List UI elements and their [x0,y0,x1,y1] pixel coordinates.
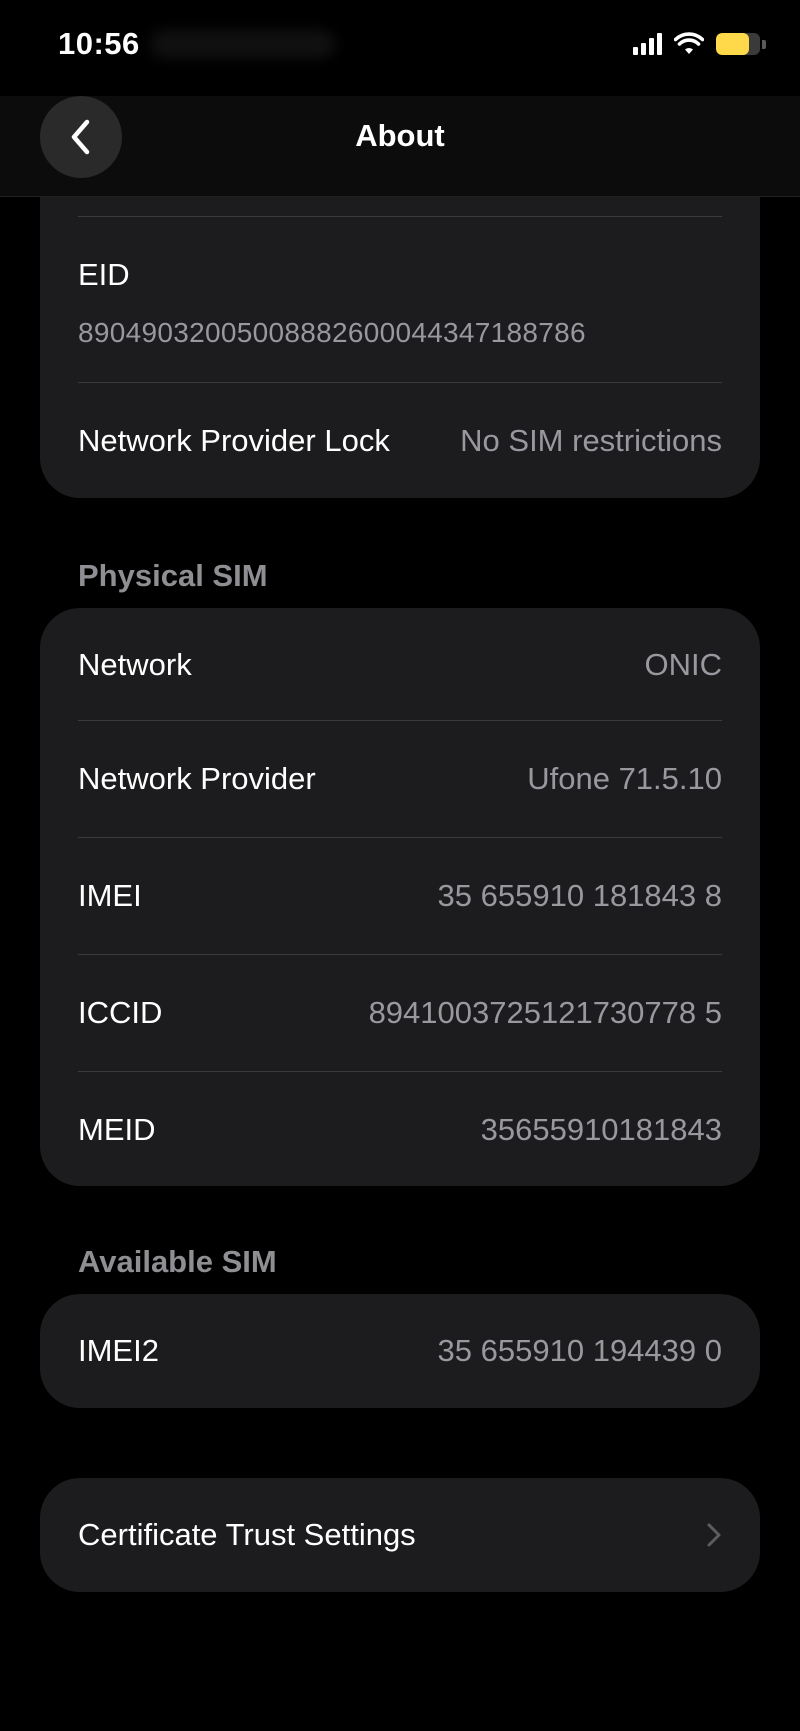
network-provider-lock-value: No SIM restrictions [460,422,722,458]
meid-label: MEID [78,1112,156,1147]
network-value: ONIC [644,647,723,682]
eid-label: EID [78,257,130,292]
imei2-label: IMEI2 [78,1333,159,1368]
page-title: About [355,118,445,153]
chevron-right-icon [707,1523,721,1547]
battery-icon [716,33,760,55]
status-icons [633,32,766,56]
meid-row[interactable]: MEID 35655910181843 [78,1071,722,1186]
battery-cap [762,39,766,49]
imei2-value: 35 655910 194439 0 [437,1333,722,1368]
imei2-row[interactable]: IMEI2 35 655910 194439 0 [78,1294,722,1408]
status-time: 10:56 [58,26,140,61]
eid-row[interactable]: EID 89049032005008882600044347188786 [78,217,722,383]
iccid-label: ICCID [78,995,163,1030]
network-provider-row[interactable]: Network Provider Ufone 71.5.10 [78,720,722,837]
certificate-trust-settings-row[interactable]: Certificate Trust Settings [78,1478,722,1592]
iccid-value: 8941003725121730778 5 [368,995,722,1030]
available-sim-group: IMEI2 35 655910 194439 0 [40,1294,760,1408]
network-provider-lock-label: Network Provider Lock [78,422,390,458]
network-provider-label: Network Provider [78,761,316,796]
battery-level [716,33,749,55]
network-label: Network [78,647,192,682]
cellular-signal-icon [633,33,662,55]
available-sim-header: Available SIM [78,1244,277,1279]
device-info-group: EID 89049032005008882600044347188786 Net… [40,160,760,498]
wifi-icon [674,32,704,54]
meid-value: 35655910181843 [480,1112,722,1147]
certificate-trust-settings-label: Certificate Trust Settings [78,1517,416,1552]
network-provider-value: Ufone 71.5.10 [527,761,722,796]
imei-value: 35 655910 181843 8 [437,878,722,913]
eid-value: 89049032005008882600044347188786 [78,317,586,348]
network-provider-lock-row[interactable]: Network Provider Lock No SIM restriction… [78,383,722,498]
status-bar: 10:56 [0,0,800,96]
network-row[interactable]: Network ONIC [78,610,722,720]
imei-row[interactable]: IMEI 35 655910 181843 8 [78,837,722,954]
physical-sim-group: Network ONIC Network Provider Ufone 71.5… [40,608,760,1186]
certificate-trust-settings-group: Certificate Trust Settings [40,1478,760,1592]
navigation-bar: About [0,96,800,197]
blurred-status-area [150,30,335,58]
imei-label: IMEI [78,878,142,913]
physical-sim-header: Physical SIM [78,558,268,593]
iccid-row[interactable]: ICCID 8941003725121730778 5 [78,954,722,1071]
